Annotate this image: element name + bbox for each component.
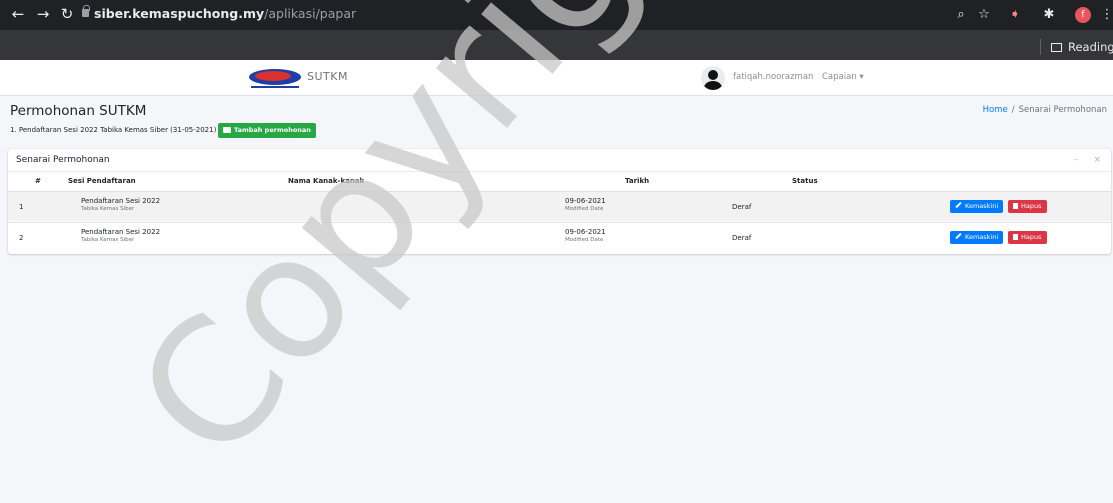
puzzle-icon[interactable]: ✱ bbox=[1040, 6, 1058, 24]
card-divider bbox=[8, 171, 1111, 172]
profile-avatar[interactable]: f bbox=[1075, 7, 1091, 23]
kemas-logo[interactable] bbox=[247, 66, 303, 90]
session-name: Pendaftaran Sesi 2022 bbox=[81, 197, 161, 205]
back-icon[interactable]: ← bbox=[8, 4, 28, 24]
user-avatar[interactable] bbox=[701, 66, 725, 90]
card-title: Senarai Permohonan bbox=[16, 155, 110, 165]
row-date: 09-06-2021 Modified Date bbox=[565, 197, 606, 212]
page-title: Permohonan SUTKM bbox=[10, 103, 147, 119]
delete-label: Hapus bbox=[1021, 233, 1042, 241]
address-bar[interactable]: ← → ↻ siber.kemaspuchong.my/aplikasi/pap… bbox=[0, 0, 1113, 30]
row-session: Pendaftaran Sesi 2022 Tabika Kemas Siber bbox=[81, 228, 160, 243]
row-status: Deraf bbox=[732, 203, 752, 211]
row-number: 2 bbox=[19, 234, 24, 242]
column-header-child-name: Nama Kanak-kanak bbox=[288, 177, 365, 185]
column-header-status: Status bbox=[792, 177, 818, 185]
edit-label: Kemaskini bbox=[965, 233, 999, 241]
row-status: Deraf bbox=[732, 234, 752, 242]
forward-icon[interactable]: → bbox=[33, 4, 53, 24]
column-header-number: # bbox=[35, 177, 41, 185]
date-caption: Modified Date bbox=[565, 206, 604, 212]
trash-icon bbox=[1013, 203, 1018, 209]
application-list-card: Senarai Permohonan – × # Sesi Pendaftara… bbox=[8, 149, 1111, 254]
url-path: /aplikasi/papar bbox=[264, 6, 357, 21]
breadcrumb: Home / Senarai Permohonan bbox=[983, 105, 1107, 115]
extension-icon[interactable]: ➧ bbox=[1006, 6, 1024, 24]
lock-icon[interactable] bbox=[82, 5, 90, 17]
reading-list-button[interactable]: Reading list bbox=[1040, 39, 1113, 55]
table-row: 2 Pendaftaran Sesi 2022 Tabika Kemas Sibe… bbox=[8, 222, 1111, 251]
date-value: 09-06-2021 bbox=[565, 197, 606, 205]
reload-icon[interactable]: ↻ bbox=[57, 4, 77, 24]
card-tools: – × bbox=[1062, 155, 1101, 165]
brand-text: SUTKM bbox=[307, 70, 348, 83]
row-session: Pendaftaran Sesi 2022 Tabika Kemas Siber bbox=[81, 197, 160, 212]
pencil-icon bbox=[955, 232, 962, 240]
url-host: siber.kemaspuchong.my bbox=[94, 6, 265, 21]
delete-label: Hapus bbox=[1021, 202, 1042, 210]
close-icon[interactable]: × bbox=[1093, 155, 1101, 165]
capaian-dropdown[interactable]: Capaian ▾ bbox=[822, 72, 864, 82]
pencil-icon bbox=[955, 201, 962, 209]
folder-icon bbox=[223, 127, 231, 133]
edit-label: Kemaskini bbox=[965, 202, 999, 210]
trash-icon bbox=[1013, 234, 1018, 240]
row-date: 09-06-2021 Modified Date bbox=[565, 228, 606, 243]
top-navbar: SUTKM fatiqah.noorazman Capaian ▾ bbox=[0, 60, 1113, 96]
add-application-label: Tambah permohonan bbox=[234, 126, 311, 134]
add-application-button[interactable]: Tambah permohonan bbox=[218, 123, 316, 138]
edit-button[interactable]: Kemaskini bbox=[950, 231, 1004, 244]
browser-chrome: ← → ↻ siber.kemaspuchong.my/aplikasi/pap… bbox=[0, 0, 1113, 60]
session-school: Tabika Kemas Siber bbox=[81, 237, 135, 243]
column-header-session: Sesi Pendaftaran bbox=[68, 177, 136, 185]
username[interactable]: fatiqah.noorazman bbox=[733, 72, 813, 82]
session-name: Pendaftaran Sesi 2022 bbox=[81, 228, 161, 236]
reading-list-icon bbox=[1051, 43, 1062, 52]
date-caption: Modified Date bbox=[565, 237, 604, 243]
star-icon[interactable]: ☆ bbox=[975, 6, 993, 24]
session-info: 1. Pendaftaran Sesi 2022 Tabika Kemas Si… bbox=[10, 126, 217, 134]
url-text[interactable]: siber.kemaspuchong.my/aplikasi/papar bbox=[94, 6, 356, 22]
breadcrumb-home[interactable]: Home bbox=[983, 105, 1008, 115]
breadcrumb-separator: / bbox=[1011, 105, 1015, 115]
session-school: Tabika Kemas Siber bbox=[81, 206, 135, 212]
table-row: 1 Pendaftaran Sesi 2022 Tabika Kemas Sibe… bbox=[8, 192, 1111, 221]
menu-icon[interactable]: ⋮ bbox=[1098, 6, 1113, 24]
row-number: 1 bbox=[19, 203, 24, 211]
column-header-date: Tarikh bbox=[625, 177, 650, 185]
zoom-icon[interactable]: ⌕ bbox=[952, 6, 970, 24]
breadcrumb-current: Senarai Permohonan bbox=[1018, 105, 1107, 115]
delete-button[interactable]: Hapus bbox=[1008, 200, 1047, 213]
minimize-icon[interactable]: – bbox=[1074, 155, 1079, 165]
reading-list-label: Reading list bbox=[1068, 40, 1113, 54]
date-value: 09-06-2021 bbox=[565, 228, 606, 236]
delete-button[interactable]: Hapus bbox=[1008, 231, 1047, 244]
edit-button[interactable]: Kemaskini bbox=[950, 200, 1004, 213]
